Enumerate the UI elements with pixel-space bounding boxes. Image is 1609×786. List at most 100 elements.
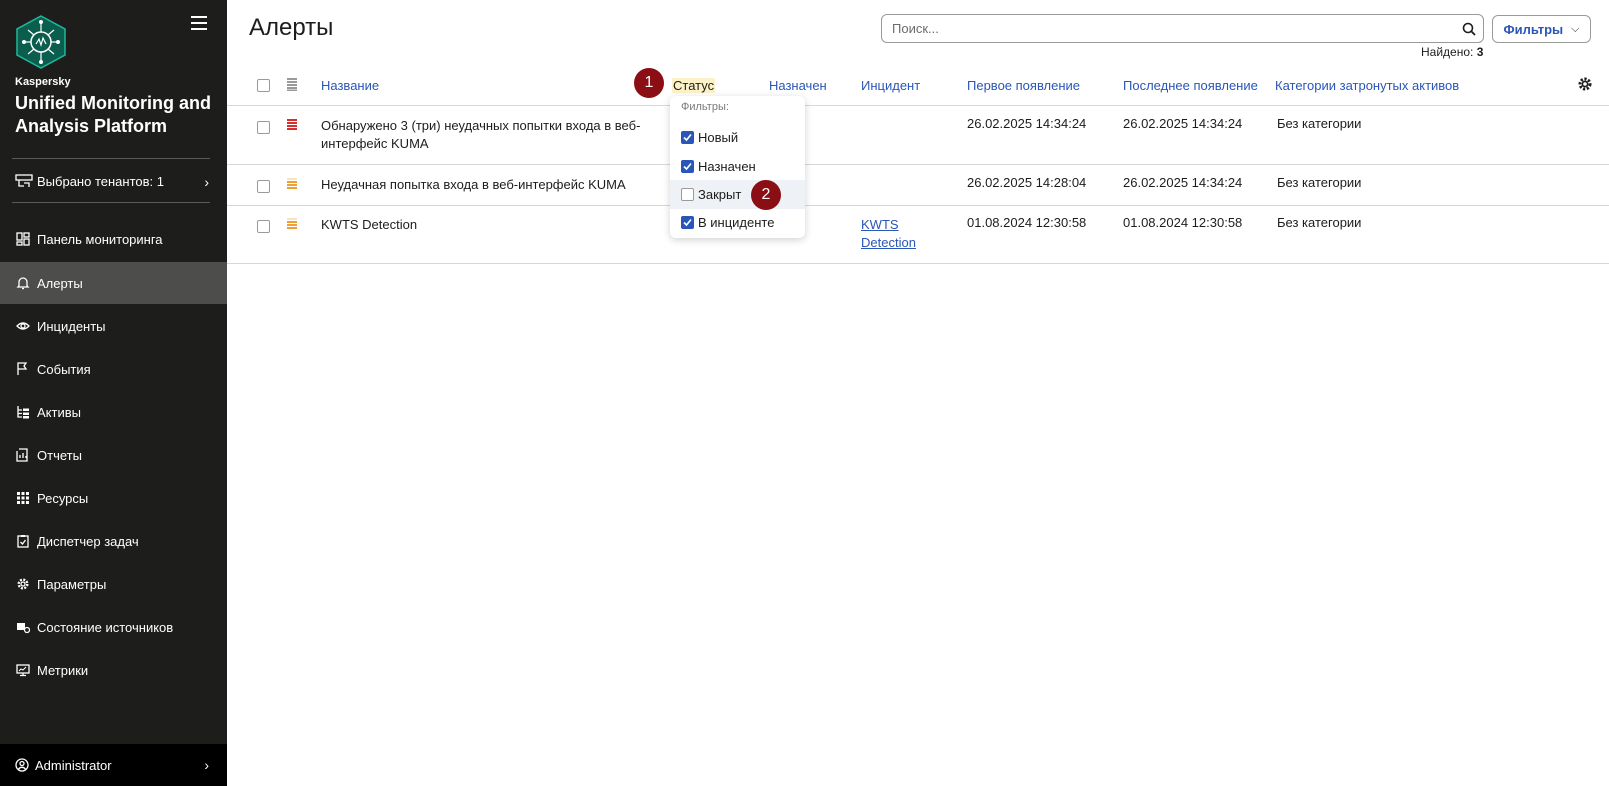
sidebar-item-task-manager[interactable]: Диспетчер задач (0, 520, 227, 562)
task-icon (15, 533, 31, 549)
sidebar-item-assets[interactable]: Активы (0, 391, 227, 433)
monitor-icon (15, 662, 31, 678)
chevron-down-icon: ⌵ (1571, 22, 1580, 35)
column-incident[interactable]: Инцидент (861, 78, 920, 93)
sidebar-item-label: Алерты (37, 275, 83, 291)
sidebar-divider (12, 158, 210, 159)
filter-option-assigned[interactable]: Назначен (670, 152, 805, 181)
brand-vendor: Kaspersky (15, 76, 71, 88)
asset-category: Без категории (1277, 116, 1362, 131)
sidebar-item-reports[interactable]: Отчеты (0, 434, 227, 476)
dashboard-icon (15, 231, 31, 247)
search-input[interactable] (892, 21, 1455, 36)
table-row[interactable]: Обнаружено 3 (три) неудачных попытки вхо… (227, 107, 1609, 165)
report-icon (15, 447, 31, 463)
select-all-checkbox[interactable] (257, 79, 270, 92)
checkbox-unchecked-icon[interactable] (681, 188, 694, 201)
gear-icon (15, 576, 31, 592)
alert-name[interactable]: Неудачная попытка входа в веб-интерфейс … (321, 176, 651, 194)
severity-column-icon[interactable] (287, 78, 297, 91)
row-checkbox[interactable] (257, 180, 270, 193)
tenant-label: Выбрано тенантов: 1 (37, 173, 164, 189)
first-seen: 26.02.2025 14:34:24 (967, 116, 1087, 131)
sidebar-item-incidents[interactable]: Инциденты (0, 305, 227, 347)
tenant-icon (15, 174, 33, 187)
column-assigned[interactable]: Назначен (769, 78, 827, 93)
row-checkbox[interactable] (257, 220, 270, 233)
user-name: Administrator (35, 757, 112, 773)
sidebar-item-alerts[interactable]: Алерты (0, 262, 227, 304)
sidebar-item-settings[interactable]: Параметры (0, 563, 227, 605)
user-icon (15, 758, 29, 772)
filters-label: Фильтры (1503, 21, 1564, 37)
last-seen: 01.08.2024 12:30:58 (1123, 215, 1243, 230)
kaspersky-logo-icon (16, 15, 66, 69)
filter-option-label: Новый (698, 130, 739, 145)
sidebar-item-label: Ресурсы (37, 490, 89, 506)
last-seen: 26.02.2025 14:34:24 (1123, 175, 1243, 190)
sidebar-item-label: Инциденты (37, 318, 106, 334)
sidebar-item-label: События (37, 361, 91, 377)
callout-badge-1: 1 (634, 68, 664, 98)
page-title: Алерты (249, 14, 334, 41)
column-asset-categories[interactable]: Категории затронутых активов (1275, 78, 1459, 93)
checkbox-checked-icon[interactable] (681, 131, 694, 144)
search-icon[interactable] (1455, 22, 1483, 36)
chevron-right-icon: › (204, 757, 209, 773)
last-seen: 26.02.2025 14:34:24 (1123, 116, 1243, 131)
table-row[interactable]: Неудачная попытка входа в веб-интерфейс … (227, 166, 1609, 206)
column-name[interactable]: Название (321, 78, 379, 93)
sidebar-item-label: Диспетчер задач (37, 533, 139, 549)
flag-icon (15, 361, 31, 377)
column-status[interactable]: Статус (672, 78, 716, 93)
filter-option-closed[interactable]: Закрыт (670, 180, 805, 209)
table-header: Название Статус Назначен Инцидент Первое… (227, 68, 1609, 106)
sidebar-item-label: Метрики (37, 662, 89, 678)
filters-button[interactable]: Фильтры ⌵ (1492, 15, 1591, 43)
sidebar-item-label: Активы (37, 404, 81, 420)
column-last-seen[interactable]: Последнее появление (1123, 78, 1258, 93)
sidebar-item-events[interactable]: События (0, 348, 227, 390)
sidebar-item-label: Панель мониторинга (37, 231, 163, 247)
sidebar-item-label: Отчеты (37, 447, 82, 463)
sidebar: Kaspersky Unified Monitoring and Analysi… (0, 0, 227, 786)
first-seen: 01.08.2024 12:30:58 (967, 215, 1087, 230)
filter-option-new[interactable]: Новый (670, 123, 805, 152)
sidebar-item-label: Состояние источников (37, 619, 174, 635)
incident-link[interactable]: KWTS Detection (861, 216, 931, 252)
asset-category: Без категории (1277, 175, 1362, 190)
found-value: 3 (1476, 45, 1484, 59)
callout-badge-2: 2 (751, 180, 781, 210)
checkbox-checked-icon[interactable] (681, 160, 694, 173)
sidebar-item-metrics[interactable]: Метрики (0, 649, 227, 691)
brand-title: Unified Monitoring and Analysis Platform (15, 93, 211, 136)
menu-icon[interactable] (191, 16, 207, 30)
filter-option-in-incident[interactable]: В инциденте (670, 208, 805, 237)
status-filter-dropdown: Фильтры: Новый Назначен Закрыт В инциден… (670, 96, 805, 238)
checkbox-checked-icon[interactable] (681, 216, 694, 229)
filter-header: Фильтры: (681, 101, 729, 113)
tenant-selector[interactable]: Выбрано тенантов: 1 › (0, 166, 227, 196)
found-label: Найдено: (1421, 45, 1474, 59)
filter-option-label: В инциденте (698, 215, 775, 230)
user-menu[interactable]: Administrator › (0, 744, 227, 786)
row-checkbox[interactable] (257, 121, 270, 134)
alert-name[interactable]: KWTS Detection (321, 216, 651, 234)
filter-option-label: Закрыт (698, 187, 742, 202)
found-count: Найдено: 3 (1421, 45, 1483, 59)
bell-icon (15, 275, 31, 291)
grid-icon (15, 490, 31, 506)
table-row[interactable]: KWTS Detection KWTS Detection 01.08.2024… (227, 207, 1609, 264)
asset-category: Без категории (1277, 215, 1362, 230)
search-box[interactable] (881, 14, 1484, 43)
sidebar-item-dashboard[interactable]: Панель мониторинга (0, 218, 227, 260)
sidebar-item-resources[interactable]: Ресурсы (0, 477, 227, 519)
severity-medium-icon (287, 218, 297, 231)
alert-name[interactable]: Обнаружено 3 (три) неудачных попытки вхо… (321, 117, 641, 153)
sidebar-item-source-status[interactable]: Состояние источников (0, 606, 227, 648)
source-icon (15, 619, 31, 635)
column-first-seen[interactable]: Первое появление (967, 78, 1080, 93)
first-seen: 26.02.2025 14:28:04 (967, 175, 1087, 190)
gear-icon[interactable] (1577, 76, 1593, 92)
sidebar-divider (12, 202, 210, 203)
